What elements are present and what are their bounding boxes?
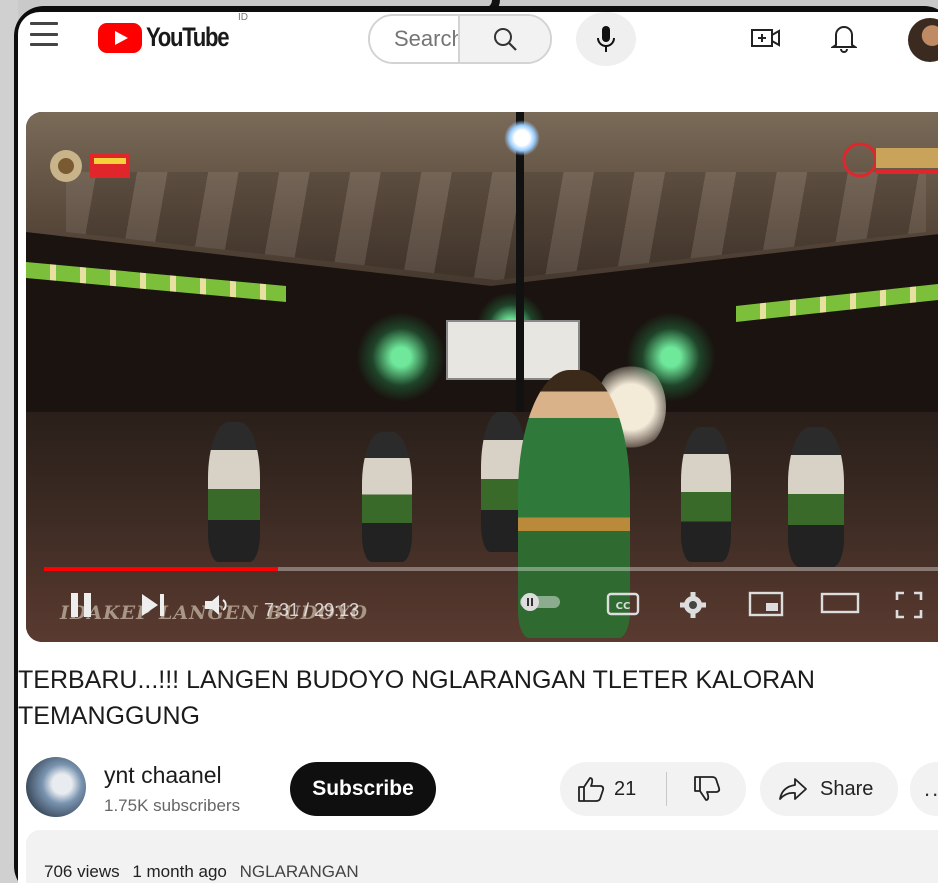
progress-bar-fill	[44, 567, 278, 571]
dancer	[788, 427, 844, 567]
volume-button[interactable]	[202, 590, 234, 620]
current-time: 7:31	[264, 600, 300, 620]
tent-pole	[516, 112, 524, 412]
channel-avatar[interactable]	[26, 757, 86, 817]
captions-icon: CC	[606, 592, 640, 616]
more-actions-button[interactable]: ...	[910, 762, 938, 816]
autoplay-toggle[interactable]	[518, 590, 562, 614]
fullscreen-icon	[895, 591, 923, 619]
channel-watermark-right	[842, 142, 938, 178]
thumbs-up-icon	[578, 777, 605, 802]
video-title: TERBARU...!!! LANGEN BUDOYO NGLARANGAN T…	[18, 666, 815, 730]
time-display: 7:31 / 29:13	[264, 600, 360, 620]
gear-icon	[680, 592, 706, 618]
description-box[interactable]: 706 views 1 month ago NGLARANGAN	[26, 830, 938, 883]
account-avatar[interactable]	[908, 18, 938, 62]
view-count: 706 views	[44, 862, 120, 881]
miniplayer-button[interactable]	[748, 590, 784, 618]
share-button[interactable]: Share	[760, 762, 898, 816]
subscriber-count: 1.75K subscribers	[104, 796, 241, 815]
bell-icon	[831, 26, 857, 53]
miniplayer-icon	[748, 591, 784, 617]
svg-text:CC: CC	[616, 601, 631, 612]
youtube-screen: YouTube ID Search IDAKEP LANGEN BUDOYO 7…	[18, 12, 938, 883]
youtube-logo[interactable]: YouTube	[98, 22, 246, 53]
tent-lamp	[504, 120, 540, 156]
description-meta: 706 views 1 month ago NGLARANGAN	[44, 862, 367, 882]
player-controls: IDAKEP LANGEN BUDOYO 7:31 / 29:13 CC	[26, 582, 938, 632]
settings-button[interactable]	[678, 590, 708, 620]
fullscreen-button[interactable]	[894, 590, 924, 620]
logo-text: YouTube	[146, 22, 230, 52]
dislike-button[interactable]	[667, 762, 746, 816]
theater-mode-icon	[820, 592, 860, 614]
region-code: ID	[238, 12, 248, 23]
microphone-icon	[597, 26, 615, 52]
share-icon	[779, 778, 807, 800]
theater-mode-button[interactable]	[820, 590, 860, 616]
pause-button[interactable]	[68, 590, 94, 620]
search-icon	[494, 28, 517, 51]
like-count: 21	[614, 777, 637, 800]
voice-search-button[interactable]	[576, 12, 636, 66]
search-button[interactable]	[458, 16, 550, 62]
duration: 29:13	[314, 600, 360, 620]
progress-bar[interactable]	[44, 567, 938, 571]
search-input[interactable]	[370, 16, 458, 62]
upload-age: 1 month ago	[132, 862, 227, 881]
hamburger-menu-icon[interactable]	[30, 22, 58, 46]
video-add-icon	[751, 29, 780, 47]
notifications-button[interactable]	[826, 20, 862, 56]
next-button[interactable]	[138, 590, 168, 620]
subscribe-button[interactable]: Subscribe	[290, 762, 436, 816]
channel-name[interactable]: ynt chaanel	[104, 762, 222, 789]
channel-watermark-left	[50, 150, 130, 182]
autoplay-toggle-icon	[520, 593, 560, 611]
bunting-right	[736, 282, 938, 322]
search-box[interactable]	[368, 14, 552, 64]
skip-next-icon	[142, 594, 164, 616]
video-player[interactable]: IDAKEP LANGEN BUDOYO 7:31 / 29:13 CC	[26, 112, 938, 642]
share-label: Share	[820, 777, 874, 800]
top-bar: YouTube ID	[18, 12, 938, 68]
like-dislike-group: 21	[560, 762, 746, 816]
dancer	[362, 432, 412, 562]
captions-button[interactable]: CC	[606, 590, 640, 618]
create-button[interactable]	[748, 20, 784, 56]
hashtag[interactable]: NGLARANGAN	[240, 862, 359, 881]
stage-light	[356, 312, 446, 402]
youtube-play-icon	[98, 22, 142, 53]
pause-icon	[71, 593, 91, 617]
dancer	[681, 427, 731, 562]
bunting-left	[26, 262, 286, 302]
dancer	[208, 422, 260, 562]
tent-folds	[66, 172, 926, 280]
thumbs-down-icon	[693, 776, 720, 801]
volume-icon	[205, 595, 227, 615]
like-button[interactable]: 21	[560, 762, 666, 816]
